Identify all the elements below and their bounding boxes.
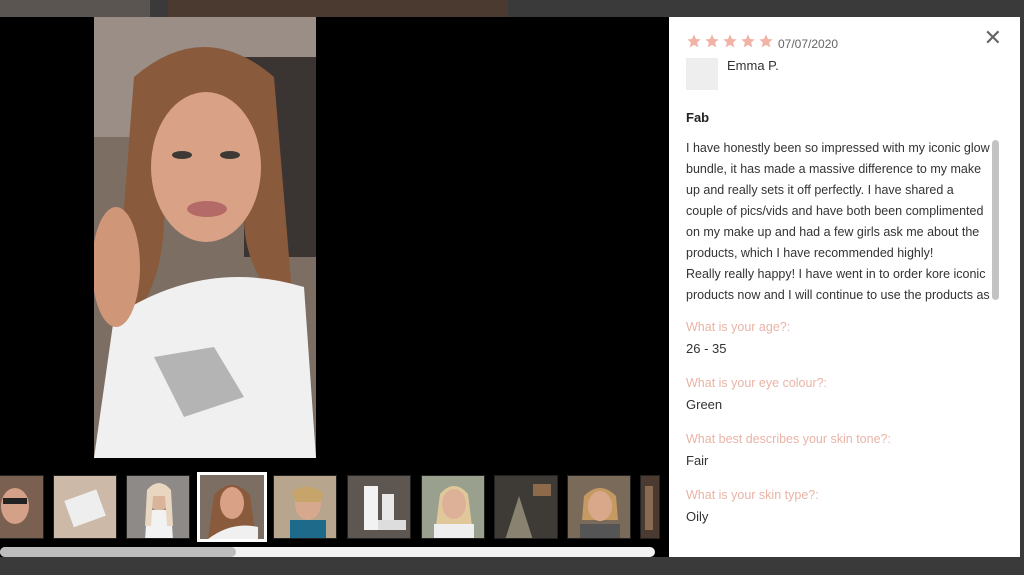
thumbnail[interactable] xyxy=(494,475,558,539)
question-label: What is your skin type?: xyxy=(686,488,819,502)
question-answer: Oily xyxy=(686,509,709,524)
avatar xyxy=(686,58,718,90)
background-image xyxy=(0,0,150,17)
review-body: I have honestly been so impressed with m… xyxy=(686,141,990,302)
star-icon xyxy=(759,34,773,48)
thumbnail[interactable] xyxy=(640,475,660,539)
close-icon[interactable]: ✕ xyxy=(984,25,1002,51)
question-answer: Green xyxy=(686,397,723,412)
star-icon xyxy=(687,34,701,48)
review-panel: ✕ 07/07/2020 Emma P. Fab I have honestly… xyxy=(669,17,1020,557)
question-label: What best describes your skin tone?: xyxy=(686,432,891,446)
thumbnail[interactable] xyxy=(0,475,44,539)
star-icon xyxy=(705,34,719,48)
question-answer: 26 - 35 xyxy=(686,341,727,356)
thumbnail[interactable] xyxy=(421,475,485,539)
thumbnail[interactable] xyxy=(126,475,190,539)
thumbnail-strip xyxy=(0,472,669,542)
thumbnail[interactable] xyxy=(347,475,411,539)
thumbnail-active[interactable] xyxy=(197,472,267,542)
question-answer: Fair xyxy=(686,453,709,468)
question-label: What is your eye colour?: xyxy=(686,376,828,390)
thumbnail[interactable] xyxy=(53,475,117,539)
main-review-photo xyxy=(94,17,316,458)
thumbnail[interactable] xyxy=(273,475,337,539)
thumbnail[interactable] xyxy=(567,475,631,539)
background-page-footer xyxy=(0,557,1024,575)
thumbnail-scrollbar-thumb[interactable] xyxy=(0,547,236,557)
background-page xyxy=(0,0,1024,17)
thumbnail-scrollbar[interactable] xyxy=(0,547,655,557)
star-icon xyxy=(741,34,755,48)
question-label: What is your age?: xyxy=(686,320,791,334)
background-image xyxy=(168,0,508,17)
review-author: Emma P. xyxy=(727,58,779,73)
media-viewer xyxy=(0,17,669,557)
rating-stars xyxy=(686,33,774,49)
review-title: Fab xyxy=(686,110,710,125)
question-skin-type: What is your skin type?: Oily xyxy=(686,488,819,524)
star-icon xyxy=(723,34,737,48)
review-modal: ✕ 07/07/2020 Emma P. Fab I have honestly… xyxy=(0,17,1024,557)
question-eye-colour: What is your eye colour?: Green xyxy=(686,376,827,412)
question-age: What is your age?: 26 - 35 xyxy=(686,320,790,356)
review-body-scrollbar-thumb[interactable] xyxy=(992,140,999,300)
question-skin-tone: What best describes your skin tone?: Fai… xyxy=(686,432,891,468)
review-date: 07/07/2020 xyxy=(778,37,839,51)
review-body-scrollbar[interactable] xyxy=(991,138,1001,304)
